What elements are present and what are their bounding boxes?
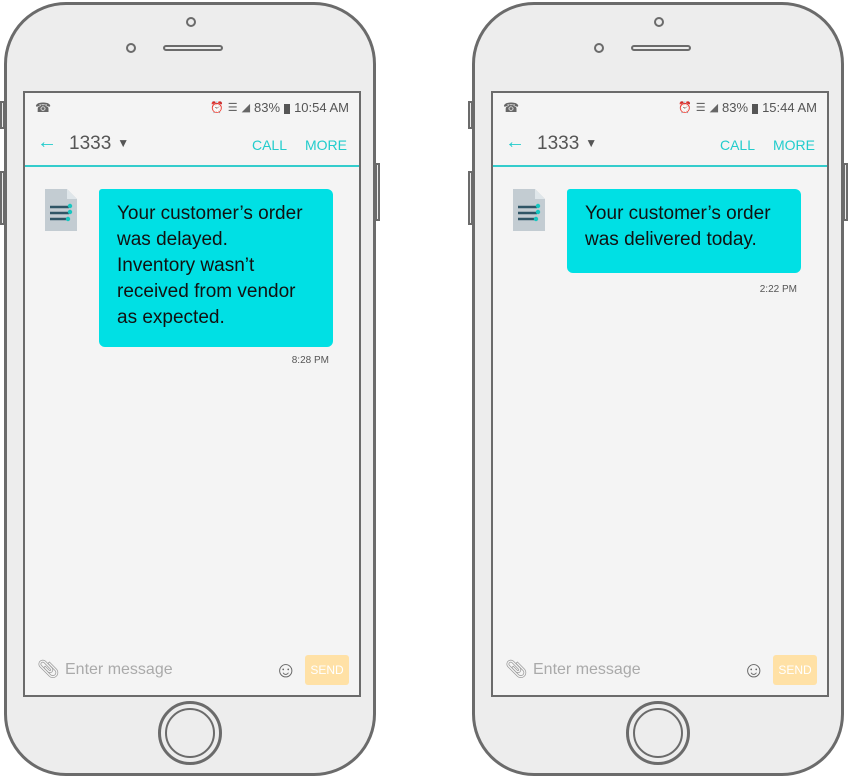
app-bar: ← 1333 ▼ CALL MORE — [493, 123, 827, 167]
side-button — [0, 101, 5, 129]
earpiece-speaker — [631, 45, 691, 51]
document-icon — [513, 189, 545, 231]
smiley-icon[interactable]: ☺ — [275, 657, 297, 683]
message-line: as expected. — [117, 307, 225, 328]
front-camera — [594, 43, 604, 53]
call-button[interactable]: CALL — [252, 137, 287, 153]
caret-down-icon: ▼ — [117, 136, 130, 150]
side-button — [468, 171, 473, 225]
status-time: 15:44 AM — [762, 100, 817, 115]
more-button[interactable]: MORE — [305, 137, 347, 153]
message-input[interactable] — [531, 657, 735, 683]
arrow-left-icon[interactable]: ← — [505, 131, 525, 154]
message-line: was delayed. — [117, 229, 228, 250]
phone-wifi-icon: ☎ — [503, 100, 520, 115]
document-icon — [45, 189, 77, 231]
message-line: Your customer’s order — [585, 203, 771, 224]
paperclip-icon[interactable]: 📎︎ — [505, 659, 528, 680]
contact-name: 1333 — [69, 133, 112, 154]
camera-dot — [186, 17, 196, 27]
signal-icon: ◢ — [241, 102, 251, 114]
home-button[interactable] — [158, 701, 222, 765]
alarm-icon: ⏰ — [209, 102, 224, 114]
caret-down-icon: ▼ — [585, 136, 598, 150]
battery-icon — [752, 103, 759, 114]
screen: ☎ ⏰ ☰ ◢ 83% 10:54 AM ← 1333 ▼ CALL MORE — [23, 91, 361, 697]
side-button — [375, 163, 380, 221]
message-timestamp: 2:22 PM — [759, 284, 797, 295]
message-line: Inventory wasn’t — [117, 255, 255, 276]
contact-name: 1333 — [537, 133, 580, 154]
message-timestamp: 8:28 PM — [291, 355, 329, 366]
status-time: 10:54 AM — [294, 100, 349, 115]
phone-left: ☎ ⏰ ☰ ◢ 83% 10:54 AM ← 1333 ▼ CALL MORE — [0, 2, 380, 776]
home-button[interactable] — [626, 701, 690, 765]
front-camera — [126, 43, 136, 53]
message-line: Your customer’s order — [117, 203, 303, 224]
app-bar: ← 1333 ▼ CALL MORE — [25, 123, 359, 167]
more-button[interactable]: MORE — [773, 137, 815, 153]
status-bar: ☎ ⏰ ☰ ◢ 83% 15:44 AM — [493, 93, 827, 123]
status-bar: ☎ ⏰ ☰ ◢ 83% 10:54 AM — [25, 93, 359, 123]
screen: ☎ ⏰ ☰ ◢ 83% 15:44 AM ← 1333 ▼ CALL MORE — [491, 91, 829, 697]
message-bubble[interactable]: Your customer’s order was delivered toda… — [567, 189, 801, 273]
alarm-icon: ⏰ — [677, 102, 692, 114]
arrow-left-icon[interactable]: ← — [37, 131, 57, 154]
phone-right: ☎ ⏰ ☰ ◢ 83% 15:44 AM ← 1333 ▼ CALL MORE — [468, 2, 848, 776]
send-button[interactable]: SEND — [305, 655, 349, 685]
message-bubble[interactable]: Your customer’s order was delayed. Inven… — [99, 189, 333, 347]
side-button — [843, 163, 848, 221]
camera-dot — [654, 17, 664, 27]
side-button — [0, 171, 5, 225]
compose-bar: 📎︎ ☺ SEND — [25, 645, 359, 695]
wifi-icon: ☰ — [695, 102, 706, 114]
contact-selector[interactable]: 1333 ▼ — [537, 133, 597, 155]
battery-percent: 83% — [254, 100, 281, 115]
side-button — [468, 101, 473, 129]
earpiece-speaker — [163, 45, 223, 51]
paperclip-icon[interactable]: 📎︎ — [37, 659, 60, 680]
call-button[interactable]: CALL — [720, 137, 755, 153]
battery-icon — [284, 103, 291, 114]
smiley-icon[interactable]: ☺ — [743, 657, 765, 683]
send-button[interactable]: SEND — [773, 655, 817, 685]
wifi-icon: ☰ — [227, 102, 238, 114]
message-line: was delivered today. — [585, 229, 757, 250]
message-line: received from vendor — [117, 281, 296, 302]
message-input[interactable] — [63, 657, 267, 683]
compose-bar: 📎︎ ☺ SEND — [493, 645, 827, 695]
phone-wifi-icon: ☎ — [35, 100, 52, 115]
signal-icon: ◢ — [709, 102, 719, 114]
contact-selector[interactable]: 1333 ▼ — [69, 133, 129, 155]
battery-percent: 83% — [722, 100, 749, 115]
